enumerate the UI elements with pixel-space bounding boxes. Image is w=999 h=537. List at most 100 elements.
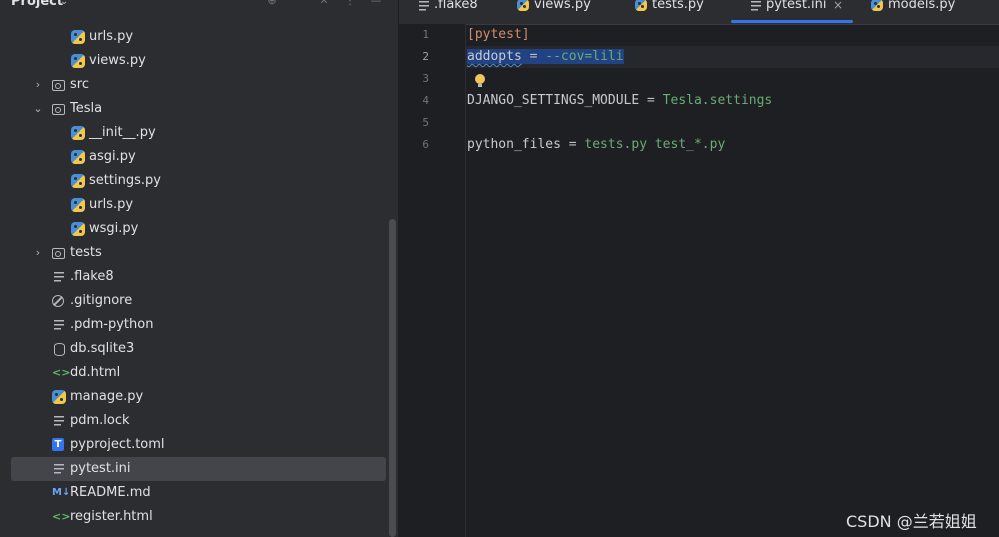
- editor-gutter: 1 2 3 4 5 6: [399, 24, 466, 537]
- tree-item-label: pytest.ini: [70, 461, 131, 476]
- code-line-1[interactable]: [pytest]: [467, 24, 530, 46]
- watermark: CSDN @兰若姐姐: [846, 512, 977, 531]
- ini-equals: =: [521, 49, 546, 64]
- tree-item[interactable]: pdm.lock: [0, 409, 386, 433]
- tree-item-selected[interactable]: pytest.ini: [11, 457, 386, 481]
- python-file-icon: [71, 54, 85, 68]
- database-icon: [52, 342, 66, 356]
- tab[interactable]: models.py: [853, 0, 975, 22]
- text-file-icon: [52, 318, 66, 332]
- python-file-icon: [71, 222, 85, 236]
- project-panel-toolbar: ⊕ ⌃ ✕ ⋮ —: [265, 0, 383, 8]
- tree-item[interactable]: .flake8: [0, 265, 386, 289]
- tree-item[interactable]: <> dd.html: [0, 361, 386, 385]
- tree-item-label: Tesla: [70, 101, 103, 116]
- toml-file-icon: T: [52, 438, 64, 451]
- folder-icon: [52, 80, 65, 91]
- chevron-right-icon[interactable]: ›: [32, 73, 44, 97]
- text-selection: addopts = --cov=lili: [467, 49, 624, 64]
- tree-item[interactable]: Tpyproject.toml: [0, 433, 386, 457]
- tree-item[interactable]: urls.py: [0, 25, 386, 49]
- tab-label: models.py: [888, 0, 956, 12]
- project-panel-title[interactable]: Project: [11, 0, 63, 9]
- python-file-icon: [71, 174, 85, 188]
- tree-item-label: .pdm-python: [70, 317, 154, 332]
- tree-item[interactable]: › tests: [0, 241, 386, 265]
- tree-item[interactable]: settings.py: [0, 169, 386, 193]
- project-scrollbar-thumb[interactable]: [389, 219, 396, 537]
- tree-item[interactable]: .gitignore: [0, 289, 386, 313]
- tree-item[interactable]: .pdm-python: [0, 313, 386, 337]
- tree-item[interactable]: db.sqlite3: [0, 337, 386, 361]
- python-file-icon: [71, 198, 85, 212]
- tree-item[interactable]: asgi.py: [0, 145, 386, 169]
- ini-equals: =: [639, 93, 663, 108]
- tab[interactable]: tests.py: [617, 0, 739, 22]
- ini-section-header: [pytest]: [467, 27, 530, 42]
- close-icon[interactable]: ×: [833, 0, 843, 20]
- more-options-icon[interactable]: ⋮: [343, 0, 357, 8]
- tab-label: views.py: [534, 0, 591, 12]
- text-file-icon: [52, 462, 66, 476]
- tree-item-label: db.sqlite3: [70, 341, 135, 356]
- line-number: 4: [422, 94, 429, 107]
- tree-item[interactable]: wsgi.py: [0, 217, 386, 241]
- tree-item-label: urls.py: [89, 29, 134, 44]
- ini-key: DJANGO_SETTINGS_MODULE: [467, 93, 640, 108]
- text-file-icon: [749, 0, 761, 11]
- chevron-down-icon[interactable]: ⌄: [32, 97, 44, 121]
- tree-item-label: .flake8: [70, 269, 114, 284]
- code-line-2[interactable]: addopts = --cov=lili: [467, 46, 624, 68]
- ini-value: tests.py test_*.py: [584, 137, 726, 152]
- tree-item-label: src: [70, 77, 89, 92]
- html-file-icon: <>: [52, 366, 71, 379]
- python-file-icon: [517, 0, 529, 11]
- code-line-4[interactable]: DJANGO_SETTINGS_MODULE = Tesla.settings: [467, 90, 772, 112]
- tree-item[interactable]: <> register.html: [0, 505, 386, 529]
- python-file-icon: [871, 0, 883, 11]
- tree-item[interactable]: M↓ README.md: [0, 481, 386, 505]
- tree-item-label: dd.html: [70, 365, 121, 380]
- ini-equals: =: [560, 137, 585, 152]
- ide-window: Project ⌄ ⊕ ⌃ ✕ ⋮ — urls.py views.py › src ⌄…: [0, 0, 999, 537]
- html-file-icon: <>: [52, 510, 71, 523]
- text-file-icon: [52, 270, 66, 284]
- hide-panel-icon[interactable]: —: [369, 0, 383, 8]
- line-number: 6: [422, 138, 429, 151]
- tree-item[interactable]: ⌄ Tesla: [0, 97, 386, 121]
- tree-item-label: pdm.lock: [70, 413, 130, 428]
- tree-item-label: views.py: [89, 53, 146, 68]
- tree-item[interactable]: __init__.py: [0, 121, 386, 145]
- tree-item[interactable]: › src: [0, 73, 386, 97]
- chevron-right-icon[interactable]: ›: [32, 241, 44, 265]
- ini-key: addopts: [467, 49, 522, 64]
- ini-value: --cov=lili: [545, 49, 624, 64]
- folder-icon: [52, 104, 65, 115]
- code-line-6[interactable]: python_files = tests.py test_*.py: [467, 134, 725, 156]
- tab-label: .flake8: [434, 0, 478, 12]
- python-file-icon: [71, 150, 85, 164]
- lightbulb-icon[interactable]: [475, 74, 486, 88]
- collapse-all-icon[interactable]: ✕: [317, 0, 331, 8]
- python-file-icon: [71, 30, 85, 44]
- tree-item[interactable]: manage.py: [0, 385, 386, 409]
- tree-item-label: manage.py: [70, 389, 144, 404]
- tab-active[interactable]: pytest.ini ×: [731, 0, 853, 23]
- tree-item[interactable]: views.py: [0, 49, 386, 73]
- tree-item[interactable]: urls.py: [0, 193, 386, 217]
- markdown-file-icon: M↓: [52, 487, 71, 498]
- python-file-icon: [635, 0, 647, 11]
- line-number: 3: [422, 72, 429, 85]
- line-number: 5: [422, 116, 429, 129]
- expand-all-icon[interactable]: ⌃: [291, 0, 305, 8]
- tab[interactable]: views.py: [499, 0, 621, 22]
- locate-icon[interactable]: ⊕: [265, 0, 279, 8]
- project-tree: urls.py views.py › src ⌄ Tesla __init__.pyasgi…: [0, 25, 386, 529]
- line-number-current: 2: [422, 50, 429, 63]
- tree-item-label: urls.py: [89, 197, 134, 212]
- editor-tab-bar: .flake8 views.py tests.py pytest.ini × models…: [399, 0, 999, 25]
- tree-item-label: wsgi.py: [89, 221, 139, 236]
- chevron-down-icon[interactable]: ⌄: [60, 0, 68, 7]
- python-file-icon: [52, 390, 66, 404]
- tree-item-label: __init__.py: [89, 125, 156, 140]
